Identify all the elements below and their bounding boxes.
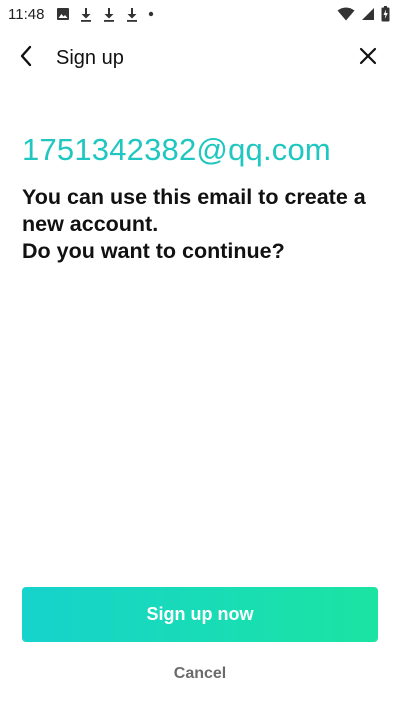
message-line: Do you want to continue? [22, 239, 285, 263]
dot-icon [148, 11, 154, 17]
back-button[interactable] [12, 44, 40, 72]
message-line: new account. [22, 212, 159, 236]
download-icon [102, 7, 116, 22]
status-bar-left: 11:48 [8, 6, 163, 23]
page-title: Sign up [56, 47, 124, 69]
status-bar: 11:48 [0, 0, 400, 28]
close-icon [359, 47, 377, 70]
cancel-button[interactable]: Cancel [150, 660, 250, 688]
wifi-icon [337, 7, 355, 21]
email-address: 1751342382@qq.com [22, 132, 331, 167]
download-icon [125, 7, 139, 22]
status-bar-right [337, 6, 390, 22]
header: Sign up [0, 36, 400, 80]
confirmation-message: You can use this email to create a new a… [22, 184, 382, 265]
battery-charging-icon [381, 6, 390, 22]
close-button[interactable] [354, 44, 382, 72]
sign-up-now-button[interactable]: Sign up now [22, 587, 378, 642]
signal-icon [361, 7, 375, 21]
download-icon [79, 7, 93, 22]
message-line: You can use this email to create a [22, 185, 366, 209]
chevron-left-icon [19, 45, 33, 72]
image-icon [56, 7, 70, 21]
status-time: 11:48 [8, 5, 45, 23]
